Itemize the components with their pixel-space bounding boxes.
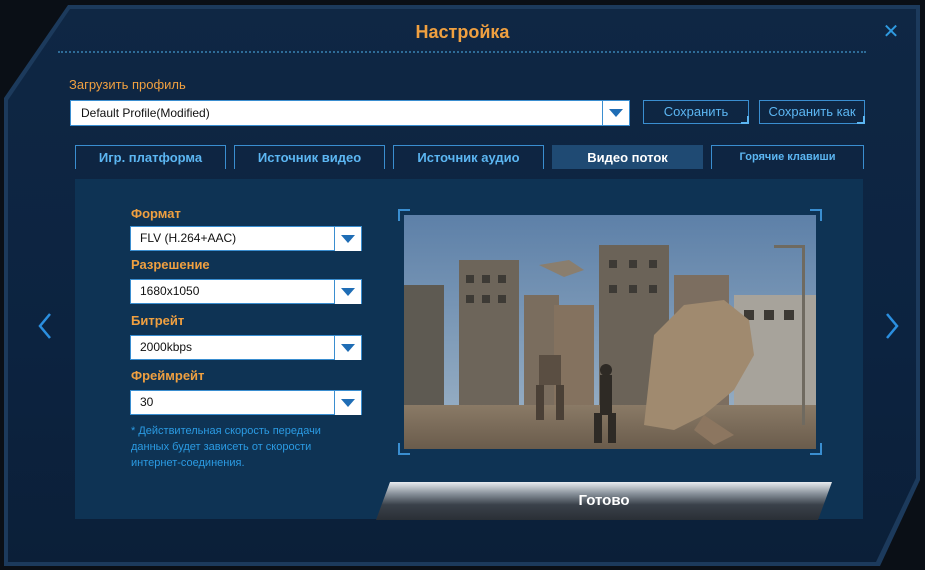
bitrate-select[interactable]: 2000kbps bbox=[130, 335, 362, 360]
close-icon[interactable]: ✕ bbox=[880, 20, 902, 44]
save-profile-as-button[interactable]: Сохранить как bbox=[759, 100, 865, 124]
chevron-down-icon[interactable] bbox=[334, 227, 361, 251]
bitrate-label: Битрейт bbox=[131, 313, 185, 328]
chevron-down-icon[interactable] bbox=[334, 336, 361, 360]
framerate-select[interactable]: 30 bbox=[130, 390, 362, 415]
profile-select[interactable]: Default Profile(Modified) bbox=[70, 100, 630, 126]
video-preview bbox=[404, 215, 816, 449]
framerate-label: Фреймрейт bbox=[131, 368, 205, 383]
resolution-value: 1680x1050 bbox=[140, 284, 200, 298]
save-profile-button[interactable]: Сохранить bbox=[643, 100, 749, 124]
bitrate-value: 2000kbps bbox=[140, 340, 193, 354]
video-preview-image bbox=[404, 215, 816, 449]
chevron-down-icon[interactable] bbox=[334, 280, 361, 304]
tab-video-stream[interactable]: Видео поток bbox=[552, 145, 703, 169]
chevron-down-icon[interactable] bbox=[334, 391, 361, 415]
format-label: Формат bbox=[131, 206, 181, 221]
resolution-select[interactable]: 1680x1050 bbox=[130, 279, 362, 304]
format-select[interactable]: FLV (H.264+AAC) bbox=[130, 226, 362, 251]
chevron-down-icon[interactable] bbox=[602, 101, 629, 125]
bitrate-note: * Действительная скорость передачи данны… bbox=[131, 425, 321, 469]
profile-select-value: Default Profile(Modified) bbox=[81, 106, 210, 120]
tab-hotkeys[interactable]: Горячие клавиши bbox=[711, 145, 864, 169]
format-value: FLV (H.264+AAC) bbox=[140, 231, 237, 245]
tab-audio-source[interactable]: Источник аудио bbox=[393, 145, 544, 169]
tab-video-source[interactable]: Источник видео bbox=[234, 145, 385, 169]
tab-game-platform[interactable]: Игр. платформа bbox=[75, 145, 226, 169]
profile-label: Загрузить профиль bbox=[69, 77, 186, 92]
dialog-title: Настройка bbox=[415, 22, 510, 42]
chevron-left-icon[interactable] bbox=[37, 312, 53, 340]
title-divider bbox=[58, 51, 866, 53]
framerate-value: 30 bbox=[140, 395, 154, 409]
chevron-right-icon[interactable] bbox=[884, 312, 900, 340]
resolution-label: Разрешение bbox=[131, 257, 210, 272]
done-button[interactable]: Готово bbox=[376, 482, 832, 520]
